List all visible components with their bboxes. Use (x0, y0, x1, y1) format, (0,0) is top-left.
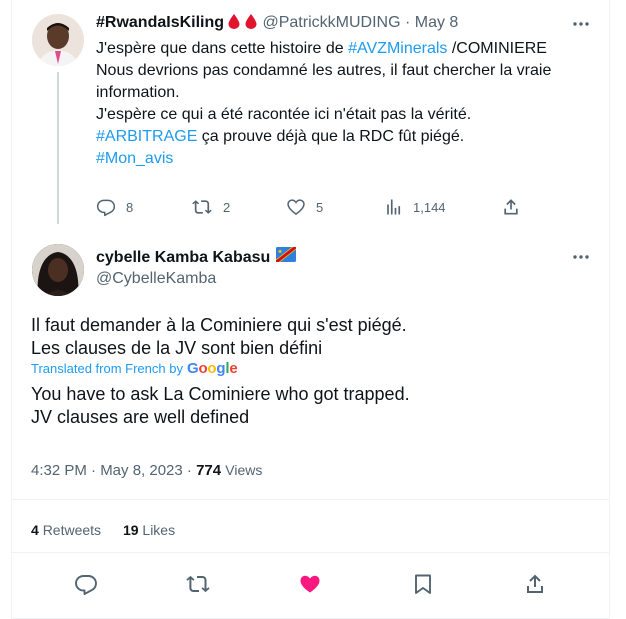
text-line: Les clauses de la JV sont bien défini (31, 338, 323, 358)
likes-count: 19 (122, 522, 139, 538)
retweet-count: 2 (223, 199, 231, 215)
text-line: Nous devrions pas condamné les autres, i… (96, 62, 552, 101)
like-button[interactable]: 5 (286, 194, 323, 220)
share-button[interactable] (501, 194, 531, 220)
retweets-stat-link[interactable]: 4 Retweets (31, 522, 101, 538)
hashtag-link[interactable]: #Mon_avis (96, 150, 173, 167)
share-button[interactable] (521, 570, 549, 598)
translated-label: Translated from French by (31, 361, 183, 376)
retweet-icon (192, 200, 212, 214)
text-line: JV clauses are well defined (31, 407, 250, 427)
reply-icon (96, 199, 116, 217)
drc-flag-icon (276, 247, 297, 268)
tweet-timestamp[interactable]: 4:32 PM · May 8, 2023 (31, 462, 183, 479)
text-segment: /COMINIERE (447, 40, 547, 57)
share-icon (527, 574, 543, 593)
author-display-name[interactable]: cybelle Kamba Kabasu (96, 248, 270, 268)
author-display-name[interactable]: #RwandaIsKiling (96, 14, 224, 31)
reply-action-bar: 8 2 5 1,144 (96, 194, 526, 220)
timeline-border-left (11, 0, 12, 619)
likes-stat-link[interactable]: 19 Likes (123, 522, 175, 538)
heart-icon (300, 575, 320, 593)
like-count: 5 (316, 199, 324, 215)
author-handle[interactable]: @CybelleKamba (96, 269, 216, 289)
like-button[interactable] (296, 570, 324, 598)
text-line: You have to ask La Cominiere who got tra… (31, 384, 410, 404)
bookmark-icon (415, 574, 431, 594)
views-icon (387, 199, 401, 215)
divider (12, 552, 609, 553)
reply-text: J'espère que dans cette histoire de #AVZ… (96, 38, 601, 170)
thread-connector-line (57, 72, 59, 224)
reply-button[interactable] (72, 570, 100, 598)
divider (12, 499, 609, 500)
retweet-button[interactable]: 2 (191, 194, 230, 220)
more-icon[interactable] (571, 247, 591, 267)
views-count: 774 (196, 462, 222, 479)
views-button[interactable]: 1,144 (383, 194, 446, 220)
timeline-border-right (609, 0, 610, 619)
share-icon (504, 199, 518, 215)
google-logo: Google (186, 360, 238, 377)
text-segment: J'espère que dans cette histoire de (96, 40, 349, 57)
reply-button[interactable]: 8 (96, 194, 133, 220)
bookmark-button[interactable] (409, 570, 437, 598)
views-count: 1,144 (413, 199, 446, 215)
original-tweet-text: Il faut demander à la Cominiere qui s'es… (31, 314, 407, 360)
avatar-image (32, 244, 84, 296)
avatar[interactable] (32, 14, 84, 66)
views-label: Views (225, 462, 263, 478)
text-segment: ça prouve déjà que la RDC fût piégé. (197, 128, 465, 145)
tweet-meta: 4:32 PM · May 8, 2023 · 774 Views (31, 460, 262, 481)
more-icon[interactable] (571, 14, 591, 34)
text-line: Il faut demander à la Cominiere qui s'es… (31, 315, 407, 335)
text-line: J'espère ce qui a été racontée ici n'éta… (96, 106, 472, 123)
separator: · (404, 14, 411, 31)
retweet-icon (186, 575, 210, 593)
hashtag-link[interactable]: #AVZMinerals (348, 40, 447, 57)
heart-icon (287, 199, 305, 215)
reply-count: 8 (126, 199, 134, 215)
likes-label: Likes (142, 522, 176, 538)
retweets-label: Retweets (42, 522, 102, 538)
avatar[interactable] (32, 244, 84, 296)
blood-drop-icon (244, 13, 258, 35)
author-name-row: cybelle Kamba Kabasu (96, 247, 297, 268)
blood-drop-icon (227, 13, 241, 35)
retweets-count: 4 (31, 522, 39, 538)
reply-icon (75, 575, 97, 595)
hashtag-link[interactable]: #ARBITRAGE (96, 128, 197, 145)
separator: · (182, 462, 197, 479)
avatar-image (32, 14, 84, 66)
retweet-button[interactable] (184, 570, 212, 598)
translated-tweet-text: You have to ask La Cominiere who got tra… (31, 383, 410, 429)
main-action-bar (31, 570, 591, 598)
translated-from-link[interactable]: Translated from French by Google (31, 360, 238, 378)
author-handle[interactable]: @PatrickkMUDING (262, 14, 400, 31)
reply-header: #RwandaIsKiling @PatrickkMUDING · May 8 (96, 13, 458, 35)
tweet-date[interactable]: May 8 (415, 14, 459, 31)
engagement-stats: 4 Retweets 19 Likes (31, 520, 193, 540)
